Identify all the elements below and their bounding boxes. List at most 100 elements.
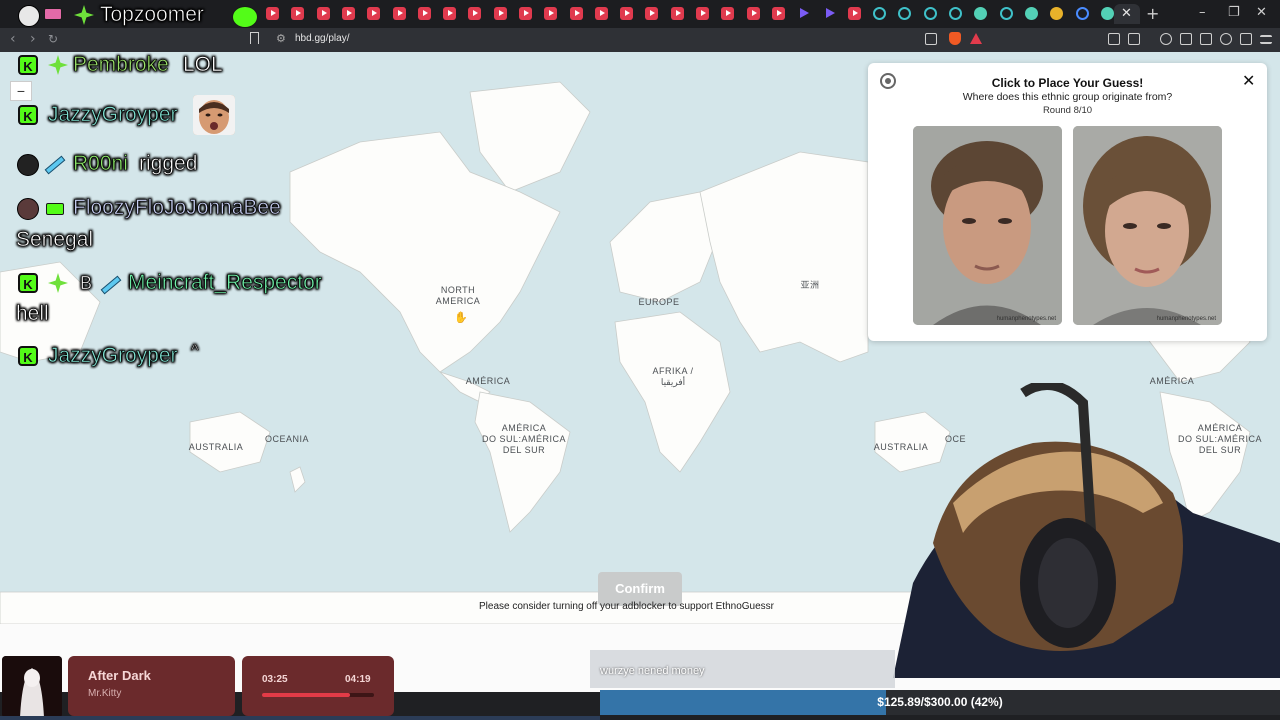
browser-tab-favicon[interactable]: [924, 7, 937, 20]
song-artist: Mr.Kitty: [88, 688, 122, 699]
chat-username: Pembroke: [73, 53, 169, 77]
map-region-label: OCEANIA: [264, 434, 309, 444]
browser-tab-favicon[interactable]: [772, 7, 785, 20]
vpn-icon[interactable]: [1240, 33, 1252, 45]
song-info: After Dark Mr.Kitty: [68, 656, 235, 716]
media-icon[interactable]: [1160, 33, 1172, 45]
map-region-label: AUSTRALIA: [188, 442, 244, 452]
chat-username: Meincraft_Respector: [128, 271, 322, 295]
zoom-out-button[interactable]: −: [10, 81, 32, 101]
forward-icon[interactable]: ›: [30, 31, 36, 47]
browser-tab-favicon[interactable]: [823, 7, 836, 20]
donation-goal-text: $125.89/$300.00 (42%): [877, 695, 1003, 709]
reload-icon[interactable]: ↻: [48, 32, 58, 46]
browser-tab-favicon[interactable]: [291, 7, 304, 20]
restore-icon[interactable]: ❐: [1228, 5, 1240, 20]
brave-shields-icon[interactable]: [949, 32, 961, 45]
browser-tab-favicon[interactable]: [873, 7, 886, 20]
browser-tab-favicon[interactable]: [696, 7, 709, 20]
browser-tab-favicon[interactable]: [443, 7, 456, 20]
back-icon[interactable]: ‹: [10, 31, 16, 47]
browser-tab-favicon[interactable]: [645, 7, 658, 20]
close-tab-icon[interactable]: ✕: [1121, 6, 1132, 21]
browser-tab-favicon[interactable]: [1076, 7, 1089, 20]
adblock-message: Please consider turning off your adblock…: [479, 601, 774, 612]
browser-tab-favicon[interactable]: [747, 7, 760, 20]
streamer-avatar: [18, 5, 40, 27]
leo-ai-icon[interactable]: [1220, 33, 1232, 45]
browser-tab-favicon[interactable]: [342, 7, 355, 20]
browser-tab-favicon[interactable]: [848, 7, 861, 20]
browser-tab-favicon[interactable]: [1101, 7, 1114, 20]
panel-title: Click to Place Your Guess!: [991, 76, 1144, 90]
browser-tab-favicon[interactable]: [468, 7, 481, 20]
face-watermark: humanphenotypes.net: [1156, 316, 1216, 322]
browser-tab-favicon[interactable]: [721, 7, 734, 20]
browser-tab-favicon[interactable]: [1000, 7, 1013, 20]
browser-tab-favicon[interactable]: [1050, 7, 1063, 20]
live-caption: wurzye nened money: [600, 665, 705, 677]
total-time: 04:19: [345, 674, 371, 685]
panel-question: Where does this ethnic group originate f…: [962, 91, 1173, 103]
kick-badge-icon: K: [18, 105, 38, 125]
emote-icon: [232, 6, 258, 28]
song-progress-fill: [262, 693, 351, 697]
browser-tab-favicon[interactable]: [367, 7, 380, 20]
chat-badge-letter: B: [80, 273, 93, 294]
browser-tab-favicon[interactable]: [797, 7, 810, 20]
male-face-image[interactable]: humanphenotypes.net: [913, 126, 1062, 325]
album-art: [2, 656, 62, 718]
donation-goal-bar: $125.89/$300.00 (42%): [600, 690, 1280, 715]
sidebar-icon[interactable]: [1180, 33, 1192, 45]
browser-tab-favicon[interactable]: [494, 7, 507, 20]
browser-tab-favicon[interactable]: [974, 7, 987, 20]
now-playing-widget: After Dark Mr.Kitty 03:25 04:19: [0, 656, 395, 720]
chat-message: ^: [191, 342, 199, 360]
map-region-label: EUROPE: [638, 297, 680, 307]
browser-tab-favicon[interactable]: [1025, 7, 1038, 20]
new-tab-button[interactable]: +: [1146, 4, 1159, 23]
browser-tab-favicon[interactable]: [393, 7, 406, 20]
streamer-webcam: [893, 383, 1280, 678]
browser-tab-favicon[interactable]: [418, 7, 431, 20]
browser-tab-favicon[interactable]: [544, 7, 557, 20]
chat-message: rigged: [139, 152, 198, 176]
chat-username: R00ni: [73, 152, 128, 176]
browser-tab-favicon[interactable]: [671, 7, 684, 20]
kick-badge-icon: K: [18, 346, 38, 366]
chat-message: Senegal: [16, 228, 94, 252]
brave-rewards-icon[interactable]: [970, 33, 982, 44]
browser-tab-favicon[interactable]: [949, 7, 962, 20]
browser-tab-favicon[interactable]: [898, 7, 911, 20]
browser-tab-favicon[interactable]: [266, 7, 279, 20]
round-counter: Round 8/10: [1042, 105, 1093, 116]
sub-badge-icon: [46, 203, 64, 215]
browser-tab-favicon[interactable]: [570, 7, 583, 20]
url-field[interactable]: hbd.gg/play/: [295, 33, 350, 44]
chat-brand: Topzoomer: [100, 3, 204, 27]
hand-cursor-icon: ✋: [454, 311, 468, 324]
map-region-label: AFRIKA / أفريقيا: [652, 366, 694, 387]
map-region-label: AMÉRICA: [465, 376, 511, 386]
kick-badge-icon: K: [18, 55, 38, 75]
guess-panel: ✕ Click to Place Your Guess! Where does …: [868, 63, 1267, 341]
chat-username: JazzyGroyper: [48, 344, 178, 368]
face-watermark: humanphenotypes.net: [996, 316, 1056, 322]
female-face-image[interactable]: humanphenotypes.net: [1073, 126, 1222, 325]
minimize-icon[interactable]: –: [1199, 5, 1206, 20]
wallet-icon[interactable]: [1200, 33, 1212, 45]
extensions-icon[interactable]: [1108, 33, 1120, 45]
browser-tab-favicon[interactable]: [519, 7, 532, 20]
map-region-label: AMÉRICA DO SUL:AMÉRICA DEL SUR: [481, 423, 566, 455]
browser-tab-favicon[interactable]: [620, 7, 633, 20]
browser-tab-favicon[interactable]: [595, 7, 608, 20]
screenshot-icon[interactable]: [1128, 33, 1140, 45]
browser-tab-favicon[interactable]: [317, 7, 330, 20]
window-close-icon[interactable]: ✕: [1256, 5, 1267, 20]
kick-badge-icon: K: [18, 273, 38, 293]
menu-icon[interactable]: [1260, 35, 1272, 44]
bookmark-icon[interactable]: [250, 32, 259, 44]
chat-message: LOL: [183, 53, 223, 77]
site-info-icon[interactable]: ⚙: [276, 32, 286, 45]
share-icon[interactable]: [925, 33, 937, 45]
